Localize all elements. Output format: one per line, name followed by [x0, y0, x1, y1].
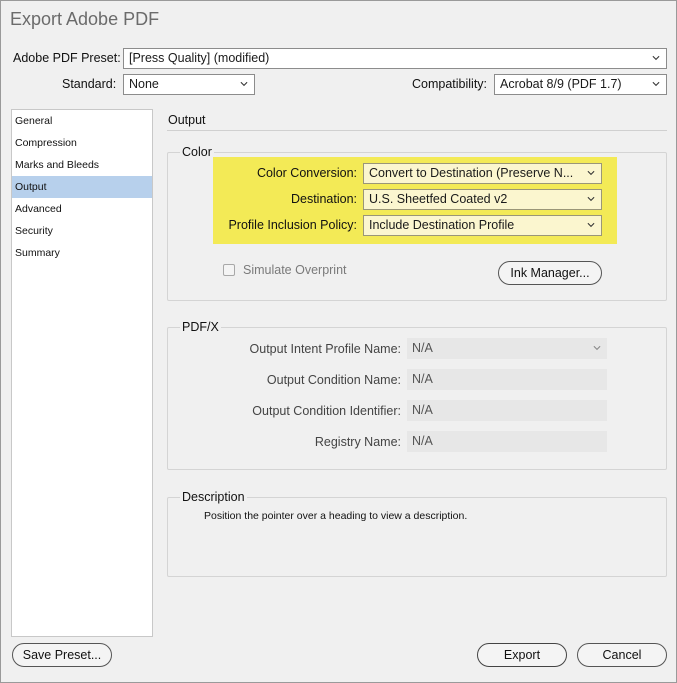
chevron-down-icon [240, 80, 248, 88]
output-condition-name-field[interactable]: N/A [407, 369, 607, 390]
profile-inclusion-label: Profile Inclusion Policy: [228, 218, 357, 232]
pdfx-group-label: PDF/X [180, 320, 221, 334]
chevron-down-icon [587, 169, 595, 177]
category-sidebar: General Compression Marks and Bleeds Out… [11, 109, 153, 637]
preset-label: Adobe PDF Preset: [13, 51, 121, 65]
color-conversion-value: Convert to Destination (Preserve N... [369, 166, 574, 180]
sidebar-item-compression[interactable]: Compression [12, 132, 152, 154]
standard-label: Standard: [62, 77, 117, 91]
standard-dropdown[interactable]: None [123, 74, 255, 95]
output-intent-dropdown[interactable]: N/A [407, 338, 607, 359]
profile-inclusion-dropdown[interactable]: Include Destination Profile [363, 215, 602, 236]
profile-inclusion-value: Include Destination Profile [369, 218, 515, 232]
heading-divider [167, 130, 667, 131]
sidebar-item-output[interactable]: Output [12, 176, 152, 198]
simulate-overprint-label: Simulate Overprint [243, 263, 347, 277]
preset-dropdown[interactable]: [Press Quality] (modified) [123, 48, 667, 69]
output-intent-value: N/A [412, 341, 433, 355]
sidebar-item-security[interactable]: Security [12, 220, 152, 242]
standard-value: None [129, 77, 159, 91]
chevron-down-icon [652, 54, 660, 62]
chevron-down-icon [652, 80, 660, 88]
output-intent-label: Output Intent Profile Name: [249, 342, 401, 356]
cancel-button[interactable]: Cancel [577, 643, 667, 667]
chevron-down-icon [587, 221, 595, 229]
output-condition-identifier-label: Output Condition Identifier: [252, 404, 401, 418]
export-pdf-dialog: Export Adobe PDF Adobe PDF Preset: [Pres… [0, 0, 677, 683]
color-conversion-dropdown[interactable]: Convert to Destination (Preserve N... [363, 163, 602, 184]
description-group-label: Description [180, 490, 247, 504]
title-bar[interactable]: Export Adobe PDF [1, 1, 676, 39]
chevron-down-icon [593, 344, 601, 352]
destination-dropdown[interactable]: U.S. Sheetfed Coated v2 [363, 189, 602, 210]
simulate-overprint-checkbox[interactable] [223, 264, 235, 276]
sidebar-item-advanced[interactable]: Advanced [12, 198, 152, 220]
export-button[interactable]: Export [477, 643, 567, 667]
sidebar-item-marks-and-bleeds[interactable]: Marks and Bleeds [12, 154, 152, 176]
save-preset-button[interactable]: Save Preset... [12, 643, 112, 667]
compatibility-dropdown[interactable]: Acrobat 8/9 (PDF 1.7) [494, 74, 667, 95]
registry-name-label: Registry Name: [314, 435, 401, 449]
description-group [167, 497, 667, 577]
color-conversion-label: Color Conversion: [256, 166, 357, 180]
page-title: Output [168, 113, 206, 127]
sidebar-item-general[interactable]: General [12, 110, 152, 132]
output-condition-identifier-field[interactable]: N/A [407, 400, 607, 421]
sidebar-item-summary[interactable]: Summary [12, 242, 152, 264]
destination-label: Destination: [290, 192, 357, 206]
description-text: Position the pointer over a heading to v… [204, 510, 468, 522]
preset-value: [Press Quality] (modified) [129, 51, 270, 65]
color-group-label: Color [180, 145, 214, 159]
compatibility-label: Compatibility: [412, 77, 488, 91]
registry-name-field[interactable]: N/A [407, 431, 607, 452]
ink-manager-button[interactable]: Ink Manager... [498, 261, 602, 285]
chevron-down-icon [587, 195, 595, 203]
destination-value: U.S. Sheetfed Coated v2 [369, 192, 508, 206]
output-condition-name-label: Output Condition Name: [266, 373, 401, 387]
window-title: Export Adobe PDF [10, 9, 160, 29]
compatibility-value: Acrobat 8/9 (PDF 1.7) [500, 77, 622, 91]
